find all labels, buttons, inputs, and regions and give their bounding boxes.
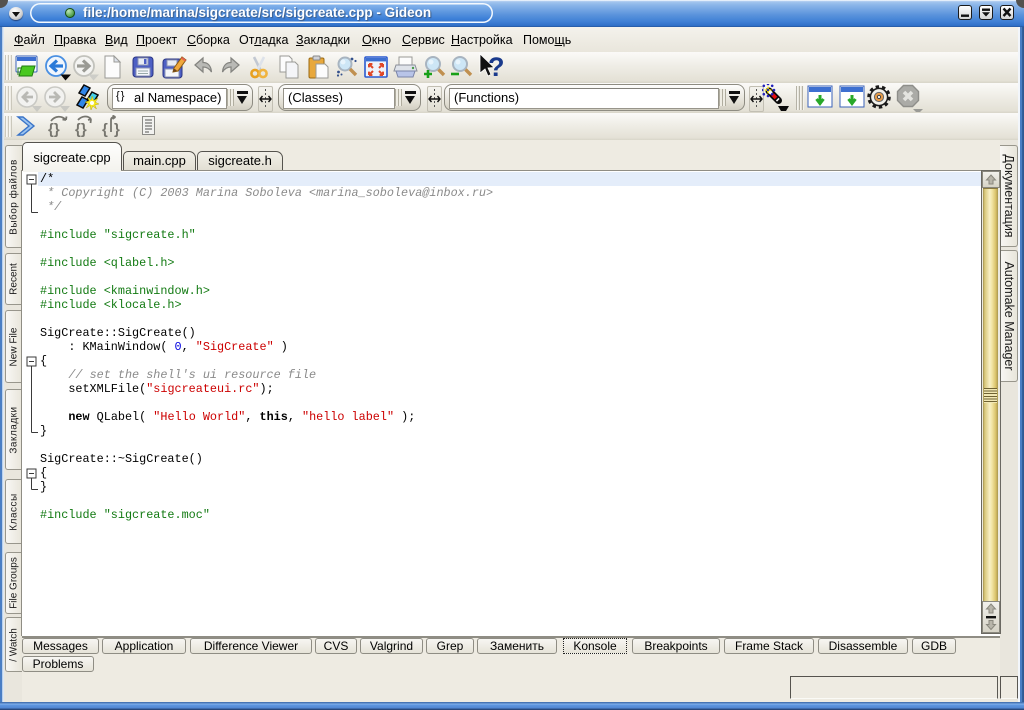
svg-text:{: { (102, 121, 108, 137)
svg-text:{}: {} (75, 121, 87, 137)
svg-text:{}: {} (48, 121, 60, 137)
svg-text:}: } (114, 121, 120, 137)
